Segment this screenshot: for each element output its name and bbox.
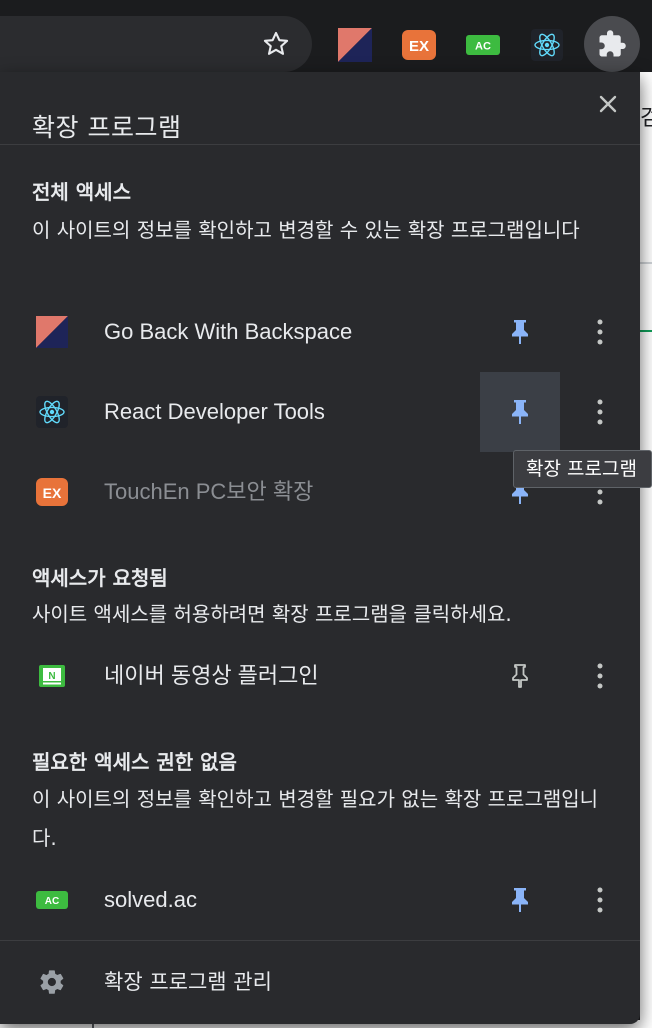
extension-name: Go Back With Backspace (104, 319, 353, 344)
more-options-button[interactable] (580, 656, 620, 696)
pin-button[interactable] (480, 636, 560, 716)
close-icon (599, 95, 617, 113)
divider (0, 144, 640, 145)
gear-icon (36, 966, 68, 998)
extension-name: 네이버 동영상 플러그인 (104, 663, 319, 688)
pin-button[interactable] (480, 860, 560, 940)
divider (0, 940, 640, 941)
pin-icon (512, 400, 528, 424)
background-accent-line (640, 330, 652, 332)
naver-video-icon: N (36, 660, 68, 692)
touchen-ex-icon[interactable]: EX (402, 28, 436, 62)
go-back-with-backspace-icon[interactable] (338, 28, 372, 62)
section-description-requested: 사이트 액세스를 허용하려면 확장 프로그램을 클릭하세요. (32, 602, 512, 626)
background-page-text: 검 (640, 106, 652, 131)
star-icon[interactable] (256, 24, 296, 64)
extension-name: TouchEn PC보안 확장 (104, 479, 314, 504)
pin-icon (512, 320, 528, 344)
more-options-button[interactable] (580, 312, 620, 352)
more-vert-icon (597, 663, 603, 689)
extensions-menu: 확장 프로그램 전체 액세스 이 사이트의 정보를 확인하고 변경할 수 있는 … (0, 72, 640, 1024)
ex-icon-text: EX (43, 485, 62, 501)
more-vert-icon (597, 319, 603, 345)
manage-extensions-label: 확장 프로그램 관리 (104, 970, 272, 994)
react-icon (36, 396, 68, 428)
section-heading-no-access: 필요한 액세스 권한 없음 (32, 750, 237, 774)
close-button[interactable] (588, 84, 628, 124)
more-options-button[interactable] (580, 880, 620, 920)
ex-icon-text: EX (409, 38, 429, 55)
pin-outline-icon (512, 664, 528, 688)
extension-row-solved-ac[interactable]: AC solved.ac (0, 860, 640, 940)
section-description-full-access: 이 사이트의 정보를 확인하고 변경할 수 있는 확장 프로그램입니다 (32, 218, 580, 242)
background-page: 검 (640, 72, 652, 1028)
extensions-puzzle-button[interactable] (584, 16, 640, 72)
ac-icon-text: AC (45, 896, 59, 907)
solved-ac-icon: AC (36, 884, 68, 916)
browser-toolbar: EX AC (0, 0, 652, 72)
background-divider (640, 262, 652, 264)
more-options-button[interactable] (580, 392, 620, 432)
extension-row-naver-video[interactable]: N 네이버 동영상 플러그인 (0, 636, 640, 716)
ac-icon-text: AC (475, 41, 491, 53)
naver-icon-text: N (48, 671, 55, 682)
tooltip: 확장 프로그램 (513, 450, 652, 488)
more-vert-icon (597, 887, 603, 913)
extension-row-go-back-with-backspace[interactable]: Go Back With Backspace (0, 292, 640, 372)
extension-name: React Developer Tools (104, 399, 325, 424)
section-heading-full-access: 전체 액세스 (32, 180, 131, 204)
more-vert-icon (597, 399, 603, 425)
pin-button[interactable] (480, 292, 560, 372)
pin-icon (512, 888, 528, 912)
extension-row-react-developer-tools[interactable]: React Developer Tools (0, 372, 640, 452)
section-description-no-access: 이 사이트의 정보를 확인하고 변경할 필요가 없는 확장 프로그램입니다. (32, 787, 599, 850)
solved-ac-icon[interactable]: AC (466, 28, 500, 62)
puzzle-icon (599, 30, 626, 57)
touchen-ex-icon: EX (36, 476, 68, 508)
manage-extensions-button[interactable]: 확장 프로그램 관리 (0, 942, 640, 1022)
panel-title: 확장 프로그램 (32, 113, 182, 142)
react-icon[interactable] (530, 28, 564, 62)
extension-name: solved.ac (104, 887, 197, 912)
section-heading-requested: 액세스가 요청됨 (32, 566, 168, 590)
go-back-with-backspace-icon (36, 316, 68, 348)
pin-button[interactable] (480, 372, 560, 452)
